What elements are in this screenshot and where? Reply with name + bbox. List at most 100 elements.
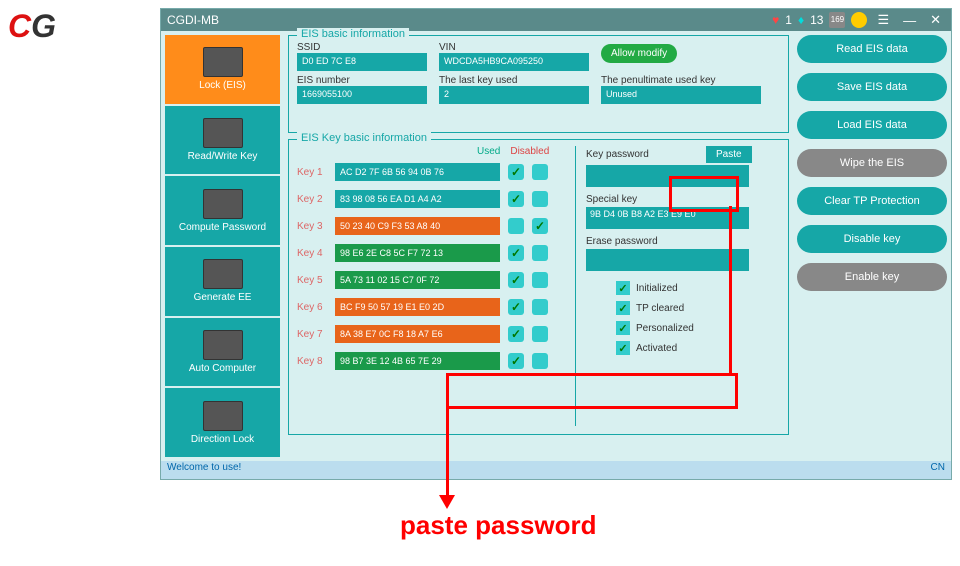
key-label: Key 5 <box>297 275 335 286</box>
disable-key-button[interactable]: Disable key <box>797 225 947 253</box>
disabled-checkbox[interactable] <box>532 326 548 342</box>
used-checkbox[interactable] <box>508 353 524 369</box>
disabled-checkbox[interactable] <box>532 191 548 207</box>
used-checkbox[interactable] <box>508 272 524 288</box>
used-checkbox[interactable] <box>508 164 524 180</box>
status-bar: Welcome to use! CN <box>161 461 951 479</box>
key-label: Key 6 <box>297 302 335 313</box>
sidebar-item-direction-lock[interactable]: Direction Lock <box>165 388 280 457</box>
app-window: CGDI-MB ♥1 ♦13 169 ☰ — ✕ Lock (EIS) Read… <box>160 8 952 480</box>
key-row: Key 283 98 08 56 EA D1 A4 A2 <box>297 188 567 210</box>
allow-modify-button[interactable]: Allow modify <box>601 44 677 63</box>
disabled-checkbox[interactable] <box>532 245 548 261</box>
key-label: Key 1 <box>297 167 335 178</box>
key-label: Key 8 <box>297 356 335 367</box>
status-item: Personalized <box>616 321 780 335</box>
disabled-checkbox[interactable] <box>532 299 548 315</box>
key-value: BC F9 50 57 19 E1 E0 2D <box>335 298 500 316</box>
diamond-icon: ♦ <box>798 13 804 27</box>
status-label: Initialized <box>636 283 678 294</box>
disabled-header: Disabled <box>510 146 549 157</box>
key-row: Key 898 B7 3E 12 4B 65 7E 29 <box>297 350 567 372</box>
disabled-checkbox[interactable] <box>532 353 548 369</box>
key-row: Key 498 E6 2E C8 5C F7 72 13 <box>297 242 567 264</box>
cpu-icon <box>203 189 243 219</box>
ecu-icon <box>203 330 243 360</box>
special-label: Special key <box>586 194 686 205</box>
annotation-arrow <box>439 495 455 509</box>
cg-logo: CG <box>8 8 56 45</box>
key-row: Key 55A 73 11 02 15 C7 0F 72 <box>297 269 567 291</box>
save-eis-button[interactable]: Save EIS data <box>797 73 947 101</box>
disabled-checkbox[interactable] <box>532 164 548 180</box>
status-checkbox[interactable] <box>616 301 630 315</box>
erase-label: Erase password <box>586 236 686 247</box>
used-checkbox[interactable] <box>508 299 524 315</box>
key-value: 98 B7 3E 12 4B 65 7E 29 <box>335 352 500 370</box>
keypass-label: Key password <box>586 149 686 160</box>
sidebar-item-compute-password[interactable]: Compute Password <box>165 176 280 245</box>
eis-basic-info: EIS basic information SSIDD0 ED 7C E8 VI… <box>288 35 789 133</box>
status-label: Personalized <box>636 323 694 334</box>
ssid-value: D0 ED 7C E8 <box>297 53 427 71</box>
lastkey-value: 2 <box>439 86 589 104</box>
clear-tp-button[interactable]: Clear TP Protection <box>797 187 947 215</box>
status-item: TP cleared <box>616 301 780 315</box>
menu-icon[interactable]: ☰ <box>873 12 893 28</box>
titlebar: CGDI-MB ♥1 ♦13 169 ☰ — ✕ <box>161 9 951 31</box>
legend: EIS basic information <box>297 28 409 40</box>
sidebar-label: Auto Computer <box>189 363 256 374</box>
status-message: Welcome to use! <box>167 462 241 478</box>
used-checkbox[interactable] <box>508 191 524 207</box>
sidebar-item-lock-eis[interactable]: Lock (EIS) <box>165 35 280 104</box>
status-item: Activated <box>616 341 780 355</box>
minimize-button[interactable]: — <box>899 13 920 28</box>
annotation-text: paste password <box>400 510 597 541</box>
app-title: CGDI-MB <box>167 13 219 27</box>
language-indicator[interactable]: CN <box>931 462 945 478</box>
key-label: Key 3 <box>297 221 335 232</box>
eis-key-info: EIS Key basic information UsedDisabled K… <box>288 139 789 435</box>
used-checkbox[interactable] <box>508 326 524 342</box>
chip-icon <box>203 259 243 289</box>
key-value: 83 98 08 56 EA D1 A4 A2 <box>335 190 500 208</box>
status-checkbox[interactable] <box>616 341 630 355</box>
sidebar-label: Lock (EIS) <box>199 80 246 91</box>
key-value: 8A 38 E7 0C F8 18 A7 E6 <box>335 325 500 343</box>
sidebar-label: Direction Lock <box>191 434 254 445</box>
key-row: Key 78A 38 E7 0C F8 18 A7 E6 <box>297 323 567 345</box>
key-row: Key 1AC D2 7F 6B 56 94 0B 76 <box>297 161 567 183</box>
key-icon <box>203 118 243 148</box>
sidebar-label: Generate EE <box>194 292 252 303</box>
read-eis-button[interactable]: Read EIS data <box>797 35 947 63</box>
key-value: 50 23 40 C9 F3 53 A8 40 <box>335 217 500 235</box>
eisnum-label: EIS number <box>297 75 427 86</box>
status-checkbox[interactable] <box>616 281 630 295</box>
used-checkbox[interactable] <box>508 245 524 261</box>
key-row: Key 6BC F9 50 57 19 E1 E0 2D <box>297 296 567 318</box>
user-icon[interactable] <box>851 12 867 28</box>
sidebar-label: Compute Password <box>179 222 266 233</box>
key-label: Key 4 <box>297 248 335 259</box>
status-checkbox[interactable] <box>616 321 630 335</box>
key-value: 5A 73 11 02 15 C7 0F 72 <box>335 271 500 289</box>
eisnum-value: 1669055100 <box>297 86 427 104</box>
sidebar-item-generate-ee[interactable]: Generate EE <box>165 247 280 316</box>
vin-label: VIN <box>439 42 589 53</box>
keypass-value <box>586 165 749 187</box>
load-eis-button[interactable]: Load EIS data <box>797 111 947 139</box>
status-label: TP cleared <box>636 303 684 314</box>
wipe-eis-button[interactable]: Wipe the EIS <box>797 149 947 177</box>
erase-value <box>586 249 749 271</box>
used-checkbox[interactable] <box>508 218 524 234</box>
sidebar-item-read-write-key[interactable]: Read/Write Key <box>165 106 280 175</box>
close-button[interactable]: ✕ <box>926 12 945 28</box>
disabled-checkbox[interactable] <box>532 272 548 288</box>
penult-value: Unused <box>601 86 761 104</box>
sidebar-item-auto-computer[interactable]: Auto Computer <box>165 318 280 387</box>
enable-key-button[interactable]: Enable key <box>797 263 947 291</box>
disabled-checkbox[interactable] <box>532 218 548 234</box>
paste-button[interactable]: Paste <box>706 146 752 163</box>
vin-value: WDCDA5HB9CA095250 <box>439 53 589 71</box>
status-item: Initialized <box>616 281 780 295</box>
